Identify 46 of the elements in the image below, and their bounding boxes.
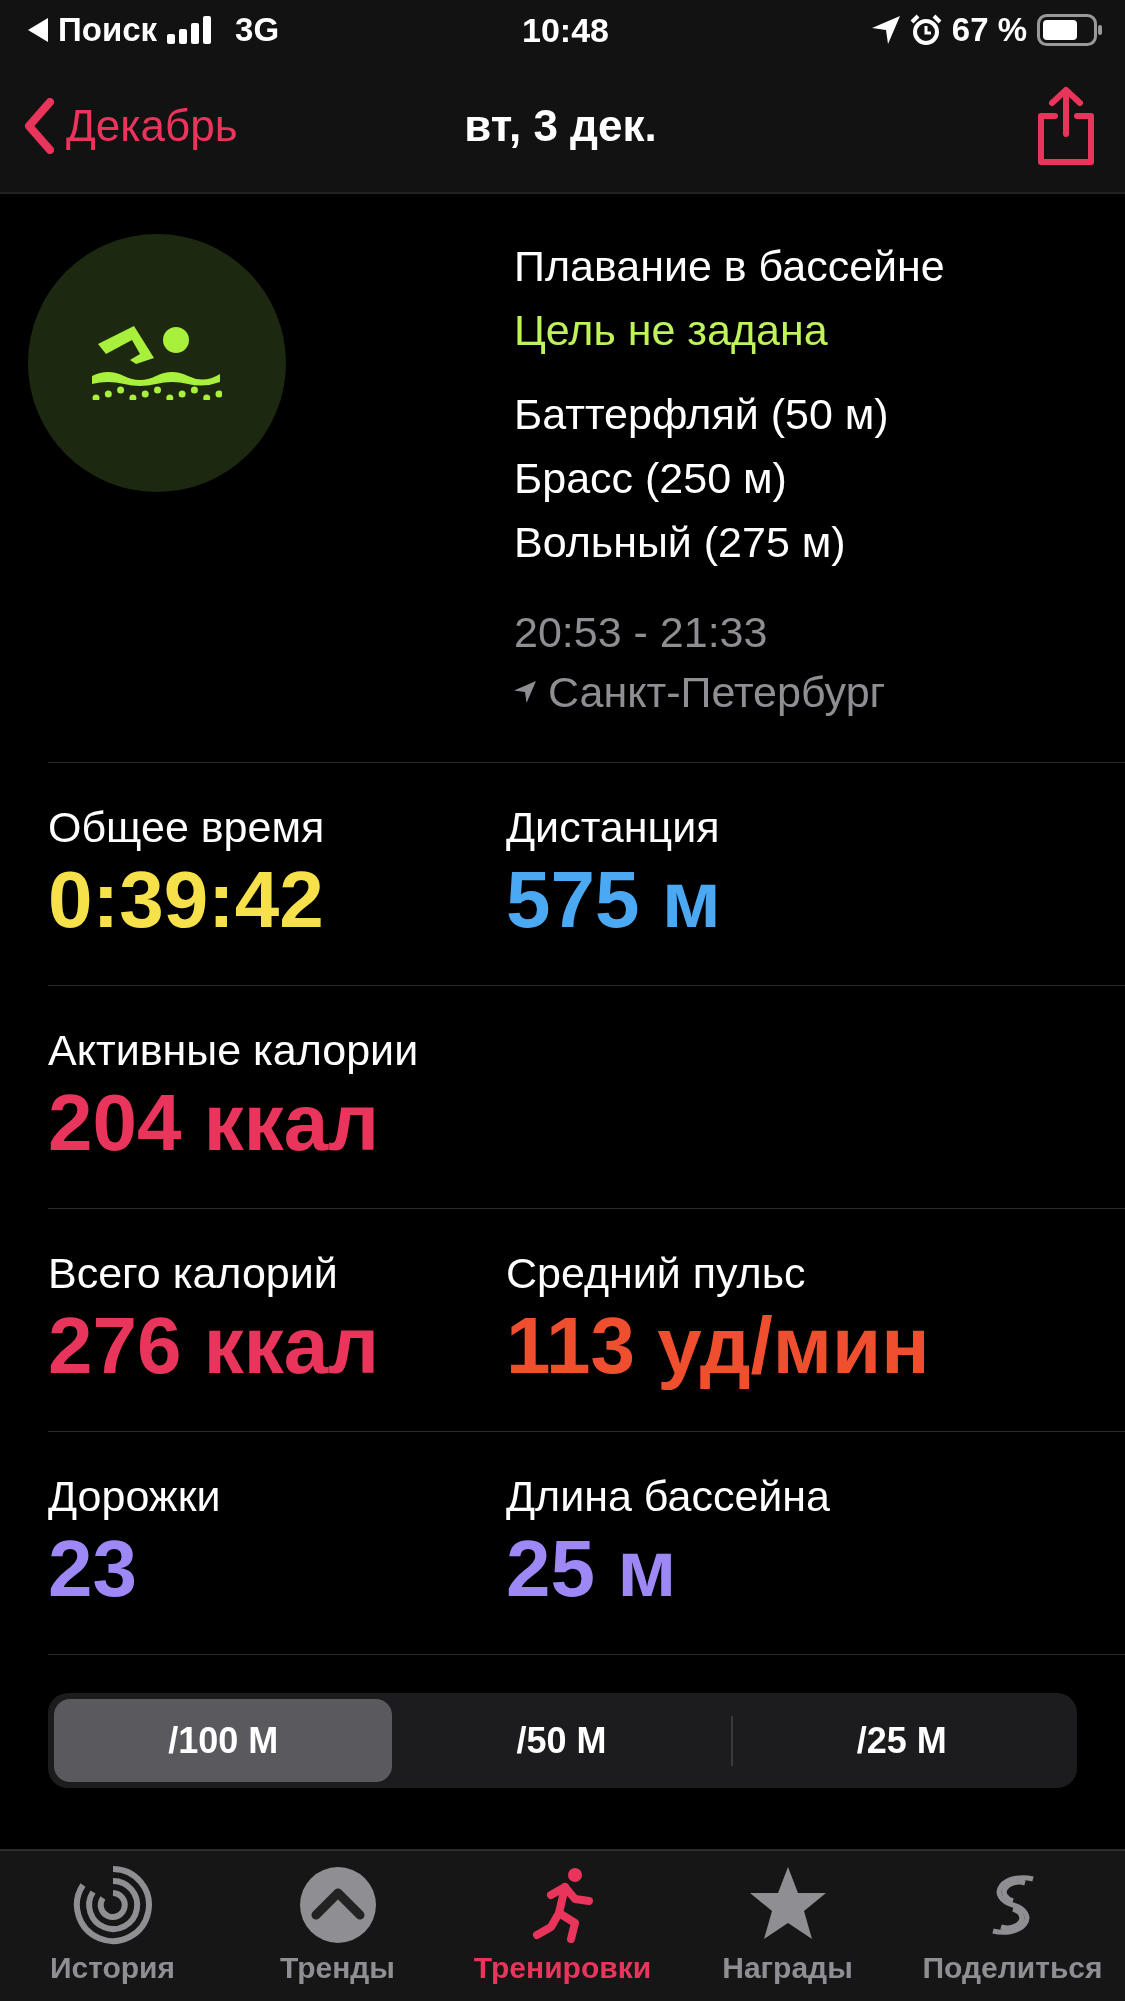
- stat-value: 276 ккал: [48, 1299, 381, 1392]
- clock: 10:48: [522, 10, 609, 50]
- stat-value: 23: [48, 1522, 138, 1615]
- share-icon[interactable]: [1035, 86, 1097, 166]
- stroke-distance: Баттерфляй (50 м): [514, 389, 890, 440]
- stat-value: 575 м: [506, 853, 722, 946]
- location-arrow-icon: [871, 16, 900, 44]
- chevron-up-icon: [297, 1865, 378, 1945]
- swimmer-icon: [92, 326, 222, 400]
- stat-label: Дорожки: [48, 1471, 222, 1521]
- chevron-left-icon: [24, 98, 54, 154]
- alarm-clock-icon: [909, 14, 942, 46]
- stat-label: Всего калорий: [48, 1248, 339, 1298]
- battery-percent: 67 %: [951, 11, 1027, 49]
- stat-value: 204 ккал: [48, 1076, 381, 1169]
- location-arrow-icon: [514, 681, 536, 703]
- stat-value: 113 уд/мин: [506, 1299, 931, 1392]
- tab-bar-item[interactable]: Награды: [675, 1851, 900, 2001]
- segment-option[interactable]: /100 М: [54, 1699, 393, 1782]
- stroke-distance: Брасс (250 м): [514, 453, 788, 504]
- segment-option[interactable]: /25 М: [732, 1699, 1071, 1782]
- stat-value: 25 м: [506, 1522, 678, 1615]
- tab-bar-item[interactable]: Тренировки: [450, 1851, 675, 2001]
- tab-bar-item[interactable]: Тренды: [225, 1851, 450, 2001]
- time-range: 20:53 - 21:33: [514, 607, 769, 658]
- back-triangle-icon: [28, 18, 48, 42]
- stat-label: Активные калории: [48, 1025, 420, 1075]
- stroke-distance: Вольный (275 м): [514, 517, 847, 568]
- battery-icon: [1037, 14, 1103, 46]
- rings-icon: [72, 1865, 153, 1945]
- location-name: Санкт-Петербург: [548, 667, 886, 718]
- stat-label: Средний пульс: [506, 1248, 807, 1298]
- stat-label: Общее время: [48, 802, 326, 852]
- tab-bar-item[interactable]: Поделиться: [900, 1851, 1125, 2001]
- stat-label: Дистанция: [506, 802, 721, 852]
- goal-status: Цель не задана: [514, 305, 829, 356]
- signal-icon: [167, 16, 212, 44]
- back-link[interactable]: Декабрь: [24, 98, 465, 154]
- back-app-label[interactable]: Поиск: [58, 11, 158, 49]
- tab-bar-item[interactable]: История: [0, 1851, 225, 2001]
- workout-title: Плавание в бассейне: [514, 241, 945, 292]
- network-label: 3G: [235, 11, 280, 49]
- stat-label: Длина бассейна: [506, 1471, 831, 1521]
- date-title: вт, 3 дек.: [464, 101, 657, 151]
- stat-value: 0:39:42: [48, 853, 325, 946]
- segment-option[interactable]: /50 М: [392, 1699, 731, 1782]
